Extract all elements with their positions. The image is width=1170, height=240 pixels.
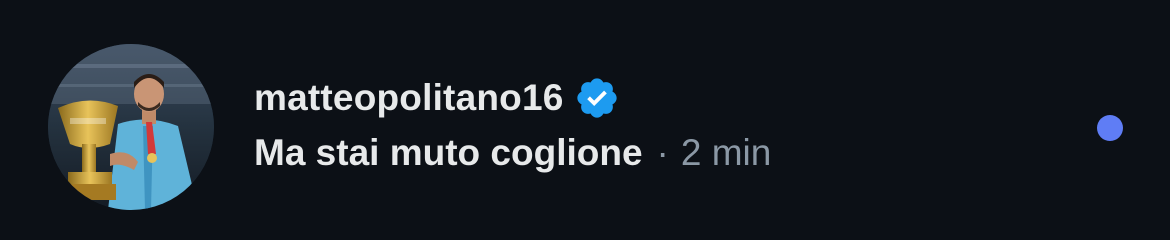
unread-indicator-icon xyxy=(1097,115,1123,141)
avatar[interactable] xyxy=(48,44,214,210)
last-message-preview: Ma stai muto coglione xyxy=(254,132,643,173)
username[interactable]: matteopolitano16 xyxy=(254,77,564,119)
verified-badge-icon xyxy=(574,75,620,121)
separator-dot: · xyxy=(656,132,669,173)
message-line: Ma stai muto coglione · 2 min xyxy=(254,132,771,184)
avatar-photo xyxy=(48,44,214,210)
name-line: matteopolitano16 xyxy=(254,72,771,124)
dm-conversation-row[interactable]: matteopolitano16 Ma stai muto coglione ·… xyxy=(0,0,1170,240)
conversation-text: matteopolitano16 Ma stai muto coglione ·… xyxy=(254,72,771,184)
timestamp: 2 min xyxy=(680,132,772,173)
